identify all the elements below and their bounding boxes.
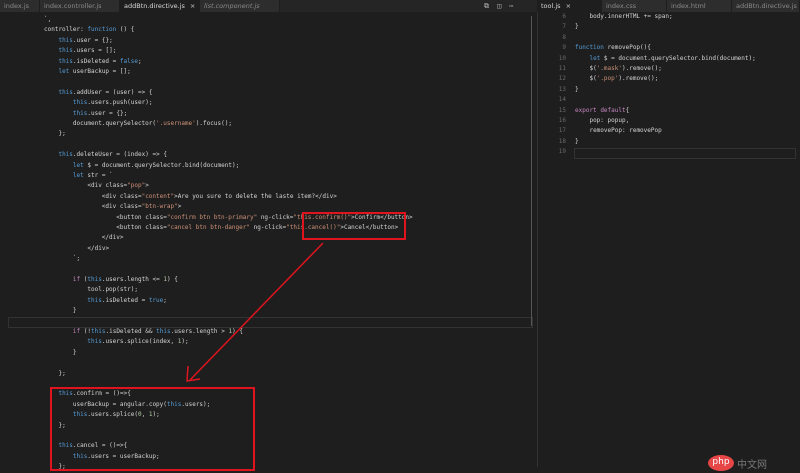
arrow-head <box>186 365 201 382</box>
watermark-text: 中文网 <box>737 459 767 471</box>
arrow-line <box>189 242 324 381</box>
watermark-logo: php <box>708 455 734 471</box>
watermark: php 中文网 <box>708 455 767 471</box>
annotation-arrow <box>186 242 324 382</box>
